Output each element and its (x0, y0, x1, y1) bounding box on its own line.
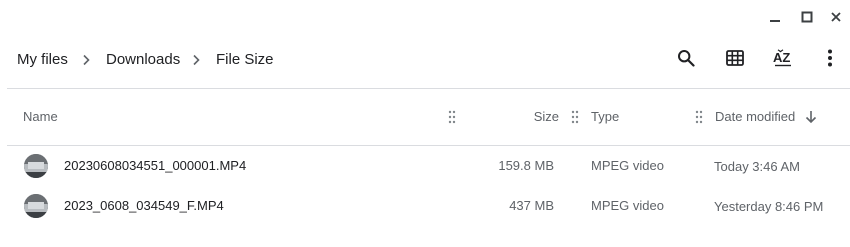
more-options-button[interactable] (816, 46, 844, 74)
file-size: 159.8 MB (498, 158, 554, 173)
column-resize-handle-icon[interactable] (571, 108, 579, 126)
arrow-down-icon (804, 109, 818, 130)
close-button[interactable] (823, 4, 849, 30)
breadcrumb-downloads[interactable]: Downloads (106, 51, 180, 69)
grid-view-button[interactable] (721, 46, 749, 74)
search-button[interactable] (672, 46, 700, 74)
maximize-icon (801, 11, 813, 23)
video-thumbnail (24, 194, 48, 218)
file-type: MPEG video (591, 158, 664, 173)
sort-button[interactable]: AZ (769, 46, 797, 74)
file-size: 437 MB (509, 198, 554, 213)
column-resize-handle-icon[interactable] (695, 108, 703, 126)
chevron-right-icon (189, 51, 203, 69)
close-icon (830, 11, 842, 23)
table-row[interactable]: 20230608034551_000001.MP4 159.8 MB MPEG … (7, 150, 850, 182)
column-header-name[interactable]: Name (23, 109, 58, 125)
more-vert-icon (827, 49, 833, 72)
maximize-button[interactable] (794, 4, 820, 30)
file-date-modified: Today 3:46 AM (714, 159, 800, 174)
column-header-date-modified[interactable]: Date modified (715, 109, 795, 125)
svg-text:AZ: AZ (773, 50, 790, 65)
video-thumbnail (24, 154, 48, 178)
minimize-button[interactable] (762, 4, 788, 30)
file-type: MPEG video (591, 198, 664, 213)
file-date-modified: Yesterday 8:46 PM (714, 199, 824, 214)
sort-az-icon: AZ (772, 48, 794, 73)
header-divider (7, 145, 850, 146)
table-row[interactable]: 2023_0608_034549_F.MP4 437 MB MPEG video… (7, 190, 850, 222)
column-resize-handle-icon[interactable] (448, 108, 456, 126)
column-header-type[interactable]: Type (591, 109, 619, 125)
toolbar-divider (7, 88, 850, 89)
file-name: 2023_0608_034549_F.MP4 (64, 198, 224, 213)
search-icon (677, 49, 695, 72)
column-header-size[interactable]: Size (516, 109, 559, 125)
breadcrumb-file-size[interactable]: File Size (216, 51, 274, 69)
minimize-icon (769, 11, 781, 23)
file-name: 20230608034551_000001.MP4 (64, 158, 247, 173)
breadcrumb-my-files[interactable]: My files (17, 51, 68, 69)
chevron-right-icon (79, 51, 93, 69)
grid-view-icon (726, 49, 744, 71)
